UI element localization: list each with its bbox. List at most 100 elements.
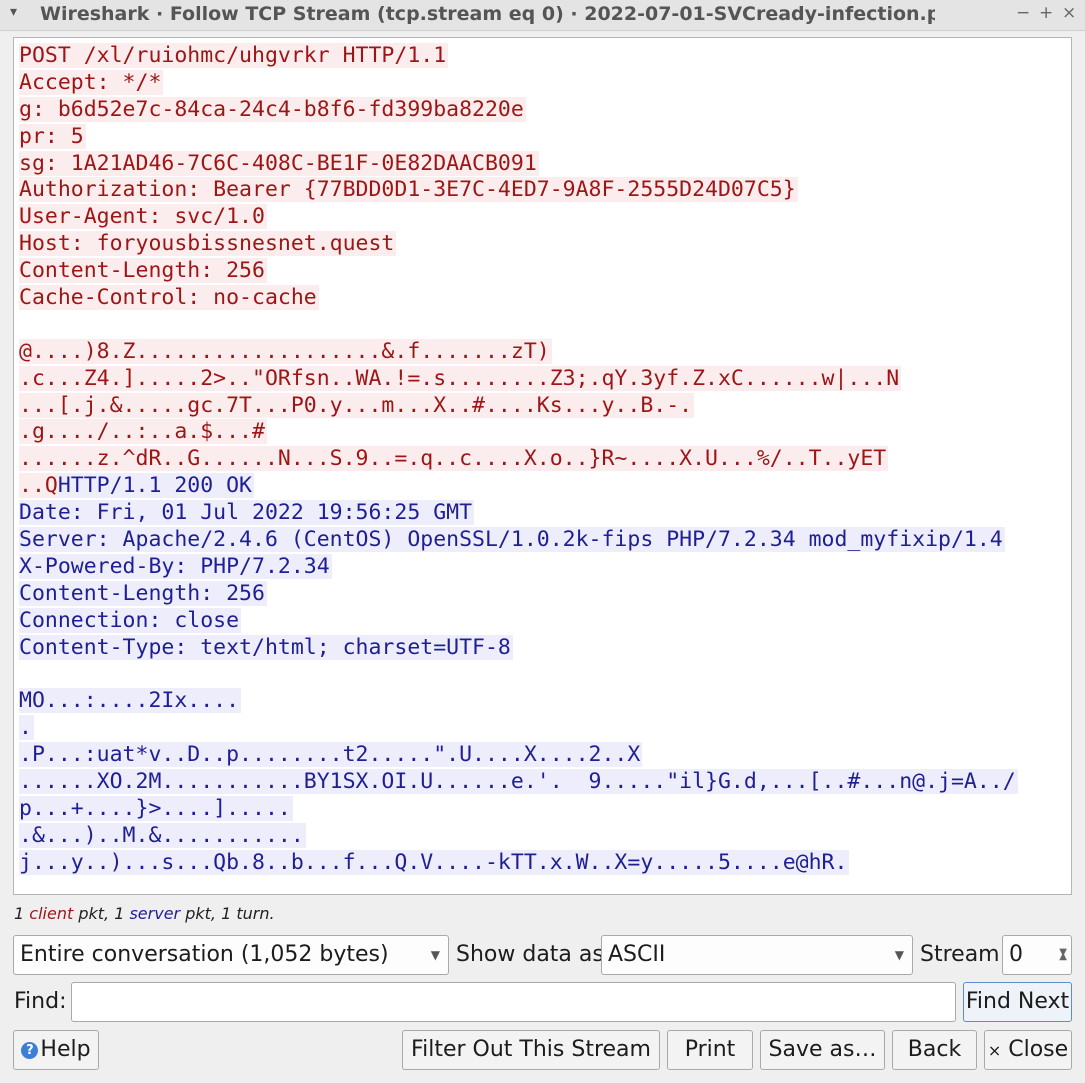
stream-line-text: .c...Z4.].....2>.."ORfsn..WA.!=.s.......… [19,365,902,391]
find-label: Find: [14,989,67,1014]
stream-line-text: Date: Fri, 01 Jul 2022 19:56:25 GMT [19,500,475,526]
conversation-select[interactable]: Entire conversation (1,052 bytes) ▼ [13,935,449,975]
stream-line-text: .g..../..:..a.$...# [19,419,267,445]
stream-line-text: ......z.^dR..G......N...S.9..=.q..c....X… [19,446,889,472]
chevron-down-icon: ▼ [894,948,904,962]
stream-line: Cache-Control: no-cache [19,285,1071,312]
stream-line-text: Content-Length: 256 [19,580,267,606]
stream-line-text: Cache-Control: no-cache [19,285,319,311]
spin-down-icon[interactable]: ▼ [1059,934,1067,972]
print-label: Print [684,1037,736,1062]
stream-line: p...+....}>....]..... [19,795,1071,823]
stream-line: User-Agent: svc/1.0 [19,204,1071,231]
stream-spinbox[interactable]: 0 ▲ ▼ [1002,935,1072,975]
stream-line-text [19,312,21,337]
stream-line: Content-Length: 256 [19,580,1071,608]
stream-line: ...[.j.&.....gc.7T...P0.y...m...X..#....… [19,392,1071,420]
stream-line-text: p...+....}>....]..... [19,795,293,821]
stream-spinbox-value: 0 [1009,942,1023,967]
stream-line: .&...)..M.&........... [19,822,1071,850]
stream-line-text: j...y..)...s...Qb.8..b...f...Q.V....-kTT… [19,849,850,875]
save-as-button[interactable]: Save as… [760,1030,885,1070]
stream-line-text: ......XO.2M...........BY1SX.OI.U......e.… [19,769,1018,795]
stream-line-text: .P...:uat*v..D..p........t2.....".U....X… [19,742,643,768]
stream-line: Date: Fri, 01 Jul 2022 19:56:25 GMT [19,500,1071,527]
filter-out-stream-button[interactable]: Filter Out This Stream [402,1030,660,1070]
chevron-down-icon: ▼ [430,948,440,962]
stream-line: g: b6d52e7c-84ca-24c4-b8f6-fd399ba8220e [19,96,1071,124]
stream-line-text [19,661,21,686]
help-label: Help [40,1037,91,1062]
stream-line: Authorization: Bearer {77BDD0D1-3E7C-4ED… [19,177,1071,204]
stream-line-server-part: HTTP/1.1 200 OK [57,473,255,499]
summary-tail: pkt, 1 turn. [185,904,275,923]
stream-line: ......XO.2M...........BY1SX.OI.U......e.… [19,769,1071,796]
stream-line: .P...:uat*v..D..p........t2.....".U....X… [19,742,1071,769]
minimize-button[interactable]: − [1016,3,1030,23]
find-next-label: Find Next [965,989,1070,1014]
stream-line-text: sg: 1A21AD46-7C6C-408C-BE1F-0E82DAACB091 [19,150,539,176]
stream-line: Content-Type: text/html; charset=UTF-8 [19,634,1071,662]
close-icon: × [987,1041,1002,1060]
stream-line: .g..../..:..a.$...# [19,419,1071,446]
maximize-button[interactable]: + [1039,3,1053,23]
stream-content-area[interactable]: POST /xl/ruiohmc/uhgvrkr HTTP/1.1 Accept:… [13,37,1072,895]
conversation-summary: 1 client pkt, 1 server pkt, 1 turn. [14,904,275,923]
stream-line: . [19,715,1071,742]
stream-line: Server: Apache/2.4.6 (CentOS) OpenSSL/1.… [19,527,1071,554]
stream-line-text: Content-Length: 256 [19,258,267,284]
stream-line: Content-Length: 256 [19,258,1071,285]
server-label: server [129,904,181,923]
stream-line-text: Server: Apache/2.4.6 (CentOS) OpenSSL/1.… [19,527,1005,553]
stream-line [19,312,1071,339]
conversation-select-value: Entire conversation (1,052 bytes) [20,942,389,967]
stream-line: ......z.^dR..G......N...S.9..=.q..c....X… [19,446,1071,473]
stream-line-text: ...[.j.&.....gc.7T...P0.y...m...X..#....… [19,392,695,418]
client-label: client [29,904,74,923]
stream-line-text: Host: foryousbissnesnet.quest [19,231,397,257]
close-button[interactable]: × Close [984,1030,1072,1070]
window-menu-icon[interactable]: ▾ [10,4,17,20]
stream-line: ..QHTTP/1.1 200 OK [19,473,1071,500]
stream-line: MO...:....2Ix.... [19,688,1071,715]
find-input[interactable] [71,982,956,1022]
stream-line: Host: foryousbissnesnet.quest [19,231,1071,258]
find-next-button[interactable]: Find Next [963,982,1072,1022]
help-icon: ? [21,1042,39,1059]
show-data-select-value: ASCII [608,942,666,967]
summary-mid: pkt, 1 [78,904,125,923]
title-bar: ▾ Wireshark · Follow TCP Stream (tcp.str… [0,0,1085,31]
stream-line-text: X-Powered-By: PHP/7.2.34 [19,553,332,579]
save-as-label: Save as… [768,1037,877,1062]
stream-line-client-part: ..Q [19,473,58,499]
stream-line-text: g: b6d52e7c-84ca-24c4-b8f6-fd399ba8220e [19,96,526,122]
stream-line-text: pr: 5 [19,123,86,149]
stream-line: POST /xl/ruiohmc/uhgvrkr HTTP/1.1 [19,43,1071,70]
stream-line: .c...Z4.].....2>.."ORfsn..WA.!=.s.......… [19,365,1071,393]
filter-out-label: Filter Out This Stream [411,1037,651,1062]
window-title: Wireshark · Follow TCP Stream (tcp.strea… [40,3,935,25]
stream-line-text: Accept: */* [19,69,164,95]
stream-line-text: Connection: close [19,607,242,633]
stream-line-text: Authorization: Bearer {77BDD0D1-3E7C-4ED… [19,177,798,203]
stream-line: sg: 1A21AD46-7C6C-408C-BE1F-0E82DAACB091 [19,150,1071,178]
stream-line-text: User-Agent: svc/1.0 [19,204,267,230]
stream-line [19,661,1071,688]
close-label: Close [1008,1037,1069,1062]
client-packet-count: 1 [14,904,25,923]
stream-label: Stream [920,942,1000,967]
help-button[interactable]: ? Help [13,1030,99,1070]
back-label: Back [907,1037,962,1062]
stream-line: X-Powered-By: PHP/7.2.34 [19,553,1071,581]
stream-line-text: MO...:....2Ix.... [19,688,242,714]
print-button[interactable]: Print [667,1030,753,1070]
stream-line: @....)8.Z...................&.f.......zT… [19,338,1071,366]
stream-line-text: Content-Type: text/html; charset=UTF-8 [19,634,513,660]
stream-line: pr: 5 [19,123,1071,151]
close-window-button[interactable]: × [1062,3,1076,23]
stream-line-text: .&...)..M.&........... [19,822,306,848]
stream-line: Accept: */* [19,69,1071,97]
back-button[interactable]: Back [892,1030,977,1070]
stream-line-text: . [19,715,34,741]
show-data-select[interactable]: ASCII ▼ [601,935,913,975]
